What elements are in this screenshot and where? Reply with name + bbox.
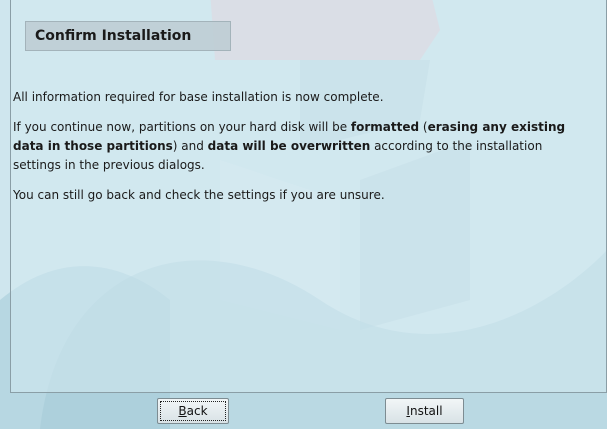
back-button[interactable]: Back (157, 398, 229, 424)
dialog-title: Confirm Installation (25, 21, 231, 51)
warning-text-part: ) and (172, 139, 208, 153)
dialog-content: All information required for base instal… (13, 88, 591, 216)
install-button[interactable]: Install (385, 398, 464, 424)
warning-text-part: If you continue now, partitions on your … (13, 120, 351, 134)
back-button-label: ack (186, 404, 208, 418)
warning-text-bold-overwritten: data will be overwritten (207, 139, 371, 153)
back-button-mnemonic: B (178, 404, 187, 418)
info-text-line1: All information required for base instal… (13, 90, 384, 104)
warning-text-bold-formatted: formatted (350, 120, 420, 134)
info-text-line3: You can still go back and check the sett… (13, 188, 385, 202)
warning-text-part: ( (419, 120, 428, 134)
warning-text: If you continue now, partitions on your … (13, 118, 591, 175)
install-button-label: nstall (409, 404, 443, 418)
